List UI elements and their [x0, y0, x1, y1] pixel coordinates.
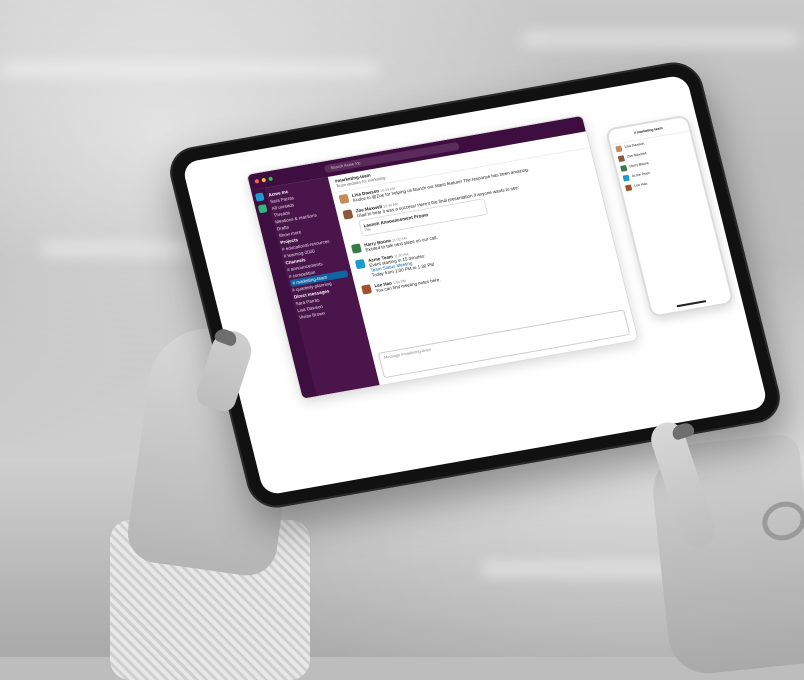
avatar[interactable]	[338, 193, 350, 205]
avatar	[624, 184, 633, 192]
minimize-icon[interactable]	[261, 177, 267, 183]
chat-app-window: Search Acme Inc Acme Inc Sara Parras All…	[245, 114, 639, 400]
workspace-icon[interactable]	[254, 192, 265, 202]
avatar[interactable]	[354, 258, 366, 270]
phone-home-indicator	[676, 300, 707, 308]
avatar[interactable]	[361, 284, 373, 295]
close-icon[interactable]	[254, 179, 260, 184]
avatar	[622, 174, 630, 182]
message-pane: #marketing-team Team updates for marketi…	[327, 131, 638, 385]
avatar	[615, 145, 623, 153]
avatar[interactable]	[342, 209, 354, 220]
avatar	[617, 155, 626, 163]
workspace-icon[interactable]	[257, 204, 268, 214]
phone-message-author: Lee Hao	[633, 181, 648, 188]
avatar	[620, 164, 628, 172]
tablet-device: Search Acme Inc Acme Inc Sara Parras All…	[164, 58, 786, 512]
avatar[interactable]	[350, 243, 362, 254]
message-composer[interactable]: Message #marketing-team	[377, 309, 631, 379]
maximize-icon[interactable]	[268, 176, 274, 182]
